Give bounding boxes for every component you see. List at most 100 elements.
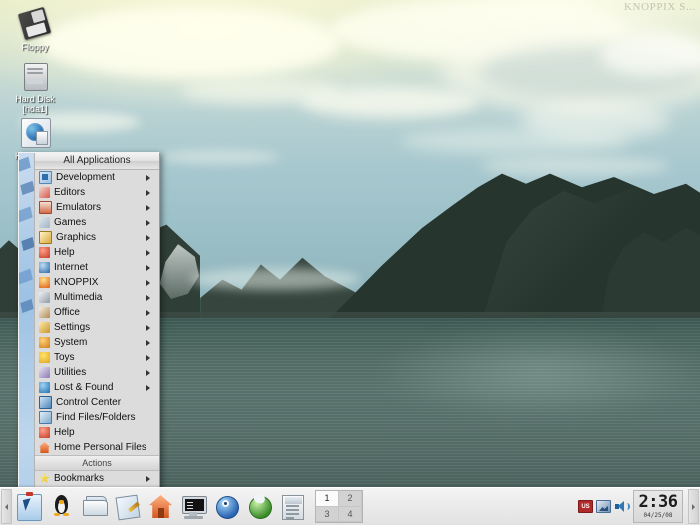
browser-launcher[interactable] — [244, 491, 275, 522]
menu-item-label: Find Files/Folders — [56, 411, 136, 423]
utilities-icon — [39, 367, 50, 378]
system-tray[interactable]: US — [578, 500, 630, 513]
menu-item-internet[interactable]: Internet — [35, 260, 159, 275]
notes-launcher[interactable] — [277, 491, 308, 522]
menu-item-emulators[interactable]: Emulators — [35, 200, 159, 215]
menu-item-label: Help — [54, 426, 75, 438]
home-icon — [39, 442, 50, 453]
submenu-arrow-icon — [146, 174, 156, 181]
submenu-arrow-icon — [146, 294, 156, 301]
k-menu-cursor-icon — [17, 492, 42, 521]
folder-launcher[interactable] — [79, 491, 110, 522]
cloud — [600, 36, 700, 76]
menu-item-label: Toys — [54, 351, 75, 363]
pager-desktop-1[interactable]: 1 — [316, 491, 339, 507]
desktop-icon-floppy[interactable]: Floppy — [2, 6, 68, 52]
menu-item-label: Editors — [54, 186, 86, 198]
submenu-arrow-icon — [146, 189, 156, 196]
submenu-arrow-icon — [146, 324, 156, 331]
terminal-launcher[interactable] — [178, 491, 209, 522]
konqueror-launcher[interactable] — [211, 491, 242, 522]
menu-item-label: Multimedia — [54, 291, 103, 303]
kmenu-button[interactable] — [13, 491, 44, 522]
submenu-arrow-icon — [146, 264, 156, 271]
graphics-icon — [39, 231, 52, 244]
submenu-arrow-icon — [146, 279, 156, 286]
submenu-arrow-icon — [146, 249, 156, 256]
speaker-volume-icon — [615, 501, 630, 512]
menu-item-utilities[interactable]: Utilities — [35, 365, 159, 380]
bookmark-star-icon — [39, 473, 50, 484]
system-icon — [39, 337, 50, 348]
volume-tray-icon[interactable] — [614, 500, 630, 513]
menu-item-label: Internet — [54, 261, 88, 273]
menu-item-lost-and-found[interactable]: Lost & Found — [35, 380, 159, 395]
menu-item-settings[interactable]: Settings — [35, 320, 159, 335]
submenu-arrow-icon — [146, 309, 156, 316]
menu-item-label: Bookmarks — [54, 472, 105, 484]
menu-item-help[interactable]: Help — [35, 245, 159, 260]
chevron-left-icon — [5, 503, 8, 510]
toys-icon — [39, 352, 50, 363]
cloud — [480, 156, 670, 176]
submenu-arrow-icon — [146, 354, 156, 361]
menu-item-find-files[interactable]: Find Files/Folders — [35, 410, 159, 425]
clock-time: 2:36 — [638, 491, 678, 512]
distant-haze — [190, 268, 360, 290]
menu-item-label: Development — [56, 171, 115, 183]
menu-item-label: Help — [54, 246, 75, 258]
k-menu-header: All Applications — [35, 153, 159, 170]
cloud — [520, 100, 670, 140]
panel-collapse-handle-right[interactable] — [688, 489, 699, 524]
menu-item-label: Home Personal Files — [54, 441, 146, 453]
pager-desktop-3[interactable]: 3 — [316, 506, 339, 522]
menu-item-bookmarks[interactable]: Bookmarks — [35, 471, 159, 486]
menu-item-label: Lost & Found — [54, 381, 114, 393]
menu-item-control-center[interactable]: Control Center — [35, 395, 159, 410]
penguin-launcher[interactable] — [46, 491, 77, 522]
editor-launcher[interactable] — [112, 491, 143, 522]
cloud — [40, 8, 340, 78]
help-icon — [39, 427, 50, 438]
hard-disk-icon — [18, 58, 52, 92]
virtual-desktop-pager[interactable]: 1 2 3 4 — [315, 490, 363, 523]
clock-date: 04/25/08 — [643, 511, 673, 519]
multimedia-icon — [39, 292, 50, 303]
menu-item-help-standalone[interactable]: Help — [35, 425, 159, 440]
submenu-arrow-icon — [146, 234, 156, 241]
menu-item-office[interactable]: Office — [35, 305, 159, 320]
floppy-disk-icon — [17, 6, 52, 41]
submenu-arrow-icon — [146, 475, 156, 482]
k-menu-popup[interactable]: KNOPPIX All Applications Development Edi… — [18, 152, 160, 525]
settings-icon — [39, 322, 50, 333]
knoppix-globe-icon — [18, 115, 52, 149]
taskbar-panel[interactable]: 1 2 3 4 US 2:36 04/25/08 — [0, 487, 700, 525]
office-icon — [39, 307, 50, 318]
k-menu-sidebar: KNOPPIX — [19, 153, 35, 525]
pager-desktop-4[interactable]: 4 — [339, 506, 362, 522]
desktop[interactable]: KNOPPIX S... Floppy Hard Disk [hda1] KNO… — [0, 0, 700, 525]
menu-item-toys[interactable]: Toys — [35, 350, 159, 365]
menu-item-multimedia[interactable]: Multimedia — [35, 290, 159, 305]
menu-item-editors[interactable]: Editors — [35, 185, 159, 200]
panel-collapse-handle-left[interactable] — [1, 489, 12, 524]
control-center-icon — [39, 396, 52, 409]
menu-item-development[interactable]: Development — [35, 170, 159, 185]
menu-item-label: Control Center — [56, 396, 122, 408]
panel-clock[interactable]: 2:36 04/25/08 — [633, 490, 683, 523]
klipper-tray-icon[interactable] — [596, 500, 611, 513]
desktop-icon-harddisk[interactable]: Hard Disk [hda1] — [2, 58, 68, 114]
menu-item-games[interactable]: Games — [35, 215, 159, 230]
menu-item-knoppix[interactable]: KNOPPIX — [35, 275, 159, 290]
submenu-arrow-icon — [146, 384, 156, 391]
menu-item-label: Emulators — [56, 201, 102, 213]
keyboard-layout-tray-icon[interactable]: US — [578, 500, 593, 513]
home-launcher[interactable] — [145, 491, 176, 522]
menu-item-system[interactable]: System — [35, 335, 159, 350]
pager-desktop-2[interactable]: 2 — [339, 491, 362, 507]
submenu-arrow-icon — [146, 369, 156, 376]
menu-item-label: Office — [54, 306, 80, 318]
menu-item-home-personal-files[interactable]: Home Personal Files — [35, 440, 159, 455]
menu-item-graphics[interactable]: Graphics — [35, 230, 159, 245]
menu-item-label: Utilities — [54, 366, 87, 378]
